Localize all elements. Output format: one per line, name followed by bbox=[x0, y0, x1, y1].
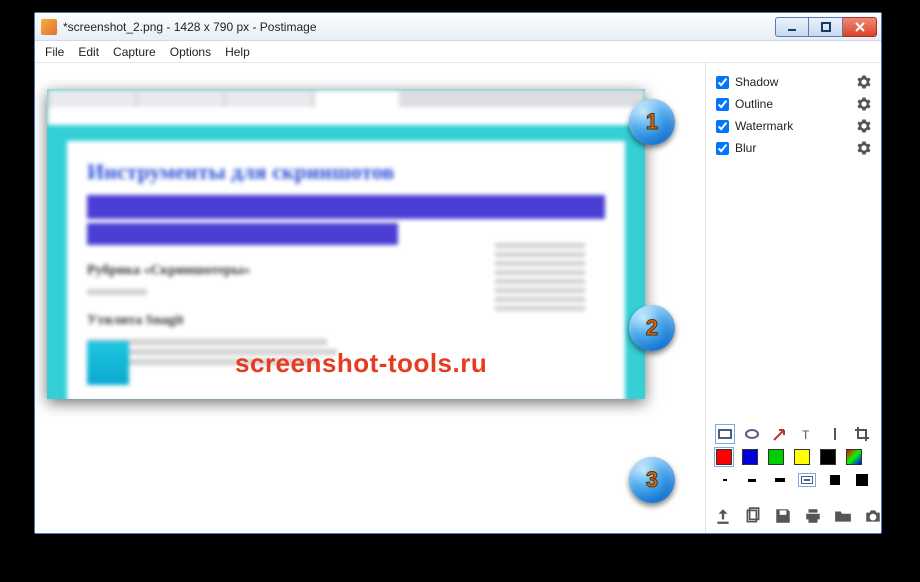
tools-panel: T bbox=[706, 411, 881, 501]
tool-ellipse[interactable] bbox=[744, 425, 762, 443]
stroke-size-3[interactable] bbox=[771, 471, 789, 489]
stroke-size-5[interactable] bbox=[826, 471, 844, 489]
watermark-label: Watermark bbox=[735, 119, 857, 133]
action-bar bbox=[706, 501, 881, 533]
tool-text[interactable]: T bbox=[799, 425, 817, 443]
screenshot-preview: Инструменты для скриншотов Рубрика «Скри… bbox=[47, 89, 645, 399]
color-black[interactable] bbox=[820, 449, 836, 465]
menu-edit[interactable]: Edit bbox=[78, 45, 99, 59]
tool-arrow[interactable] bbox=[771, 425, 789, 443]
titlebar: *screenshot_2.png - 1428 x 790 px - Post… bbox=[35, 13, 881, 41]
tool-crop[interactable] bbox=[854, 425, 872, 443]
blur-settings-icon[interactable] bbox=[857, 141, 871, 155]
camera-icon[interactable] bbox=[864, 507, 882, 525]
menu-capture[interactable]: Capture bbox=[113, 45, 156, 59]
annotation-bubble-3: 3 bbox=[629, 457, 675, 503]
watermark-checkbox[interactable] bbox=[716, 120, 729, 133]
shadow-label: Shadow bbox=[735, 75, 857, 89]
canvas-area[interactable]: Инструменты для скриншотов Рубрика «Скри… bbox=[35, 63, 705, 533]
color-custom[interactable] bbox=[846, 449, 862, 465]
tool-line[interactable] bbox=[826, 425, 844, 443]
stroke-size-1[interactable] bbox=[716, 471, 734, 489]
outline-settings-icon[interactable] bbox=[857, 97, 871, 111]
watermark-settings-icon[interactable] bbox=[857, 119, 871, 133]
outline-label: Outline bbox=[735, 97, 857, 111]
menu-file[interactable]: File bbox=[45, 45, 64, 59]
tool-rectangle[interactable] bbox=[716, 425, 734, 443]
stroke-size-6[interactable] bbox=[854, 471, 872, 489]
blur-checkbox[interactable] bbox=[716, 142, 729, 155]
annotation-bubble-1: 1 bbox=[629, 99, 675, 145]
minimize-button[interactable] bbox=[775, 17, 809, 37]
stroke-size-4[interactable] bbox=[799, 471, 817, 489]
page-heading: Инструменты для скриншотов bbox=[87, 159, 605, 185]
color-red[interactable] bbox=[716, 449, 732, 465]
annotation-bubble-2: 2 bbox=[629, 305, 675, 351]
open-icon[interactable] bbox=[834, 507, 852, 525]
menubar: File Edit Capture Options Help bbox=[35, 41, 881, 63]
svg-text:T: T bbox=[802, 428, 810, 442]
print-icon[interactable] bbox=[804, 507, 822, 525]
menu-help[interactable]: Help bbox=[225, 45, 250, 59]
color-yellow[interactable] bbox=[794, 449, 810, 465]
app-window: *screenshot_2.png - 1428 x 790 px - Post… bbox=[34, 12, 882, 534]
outline-checkbox[interactable] bbox=[716, 98, 729, 111]
menu-options[interactable]: Options bbox=[170, 45, 211, 59]
save-icon[interactable] bbox=[774, 507, 792, 525]
stroke-size-2[interactable] bbox=[744, 471, 762, 489]
color-green[interactable] bbox=[768, 449, 784, 465]
effects-panel: Shadow Outline Watermark Blur bbox=[706, 63, 881, 169]
blur-label: Blur bbox=[735, 141, 857, 155]
window-title: *screenshot_2.png - 1428 x 790 px - Post… bbox=[63, 20, 775, 34]
shadow-checkbox[interactable] bbox=[716, 76, 729, 89]
close-button[interactable] bbox=[843, 17, 877, 37]
right-panel: Shadow Outline Watermark Blur bbox=[705, 63, 881, 533]
app-icon bbox=[41, 19, 57, 35]
maximize-button[interactable] bbox=[809, 17, 843, 37]
section-title-2: Утилита Snagit bbox=[87, 313, 605, 329]
shadow-settings-icon[interactable] bbox=[857, 75, 871, 89]
upload-icon[interactable] bbox=[714, 507, 732, 525]
color-blue[interactable] bbox=[742, 449, 758, 465]
copy-icon[interactable] bbox=[744, 507, 762, 525]
